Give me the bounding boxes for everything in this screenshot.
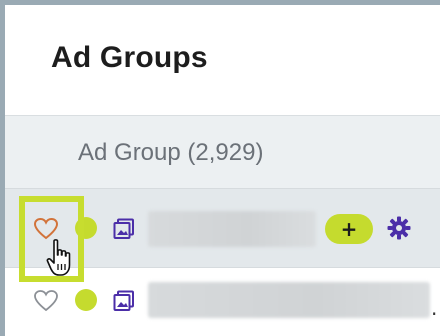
- hand-cursor-icon: [45, 238, 79, 278]
- ad-groups-panel: Ad Groups Ad Group (2,929) + .: [5, 5, 440, 336]
- image-icon: [113, 290, 135, 312]
- gear-icon[interactable]: [387, 216, 411, 240]
- heart-icon[interactable]: [33, 289, 59, 313]
- page-title: Ad Groups: [51, 41, 208, 74]
- ad-group-name-redacted[interactable]: [148, 282, 430, 318]
- page-header: Ad Groups: [5, 5, 440, 116]
- table-column-header: Ad Group (2,929): [5, 116, 440, 189]
- ad-group-column-label[interactable]: Ad Group (2,929): [78, 139, 263, 167]
- status-dot: [75, 289, 97, 311]
- truncation-marker: .: [431, 296, 438, 320]
- ad-group-name-redacted[interactable]: [148, 211, 316, 247]
- add-button[interactable]: +: [325, 214, 373, 244]
- image-icon: [113, 218, 135, 240]
